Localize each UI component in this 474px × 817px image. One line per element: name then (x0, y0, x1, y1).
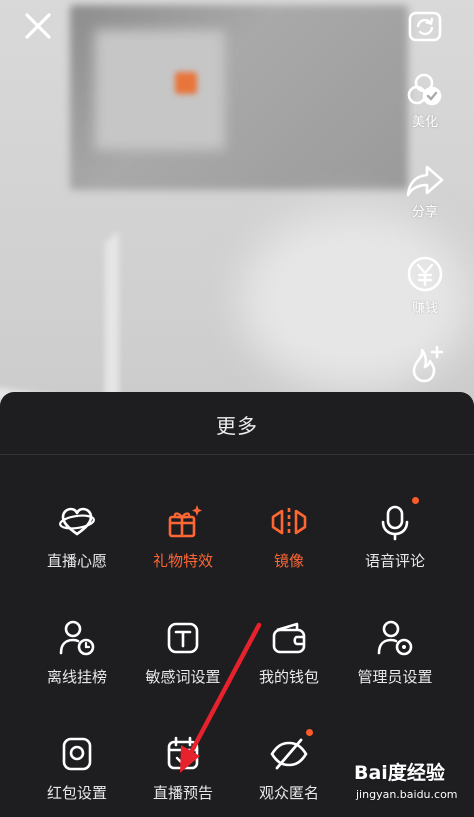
blurred-window (95, 30, 225, 150)
eye-off-icon (270, 738, 308, 770)
mirror-label: 镜像 (273, 552, 304, 570)
offline-rank-label: 离线挂榜 (46, 668, 107, 686)
more-sheet: 更多 直播心愿 礼物特效 镜像 语音评论 离线挂榜 敏感词设置 我的钱包 管理员… (0, 392, 474, 817)
live-wish-label: 直播心愿 (46, 552, 107, 570)
flip-camera-button[interactable] (390, 6, 460, 46)
watermark-url: jingyan.baidu.com (356, 788, 458, 801)
voice-comment-button[interactable]: 语音评论 (336, 497, 454, 571)
admin-settings-label: 管理员设置 (357, 668, 433, 686)
gift-effect-button[interactable]: 礼物特效 (124, 500, 242, 571)
my-wallet-label: 我的钱包 (258, 668, 319, 686)
red-packet-label: 红包设置 (46, 784, 107, 802)
microphone-icon (381, 505, 409, 541)
my-wallet-button[interactable]: 我的钱包 (230, 616, 348, 687)
close-icon (25, 13, 51, 39)
heart-wish-icon (59, 507, 95, 536)
share-button[interactable]: 分享 (390, 162, 460, 220)
share-icon (406, 165, 444, 197)
anonymous-viewer-label: 观众匿名 (258, 784, 319, 802)
flip-camera-icon (408, 11, 442, 42)
earn-button[interactable]: 赚钱 (390, 254, 460, 316)
text-box-icon (167, 622, 199, 654)
live-preview-label: 直播预告 (152, 784, 213, 802)
notification-dot (306, 729, 313, 736)
beautify-label: 美化 (411, 115, 438, 130)
notification-dot (412, 497, 419, 504)
sensitive-word-label: 敏感词设置 (145, 668, 221, 686)
yuan-coin-icon (407, 256, 443, 292)
close-button[interactable] (20, 8, 56, 44)
live-wish-button[interactable]: 直播心愿 (18, 500, 136, 571)
earn-label: 赚钱 (411, 301, 438, 316)
gift-effect-label: 礼物特效 (152, 552, 213, 570)
user-clock-icon (59, 620, 95, 656)
anonymous-viewer-button[interactable]: 观众匿名 (230, 729, 348, 803)
mirror-icon (271, 508, 307, 536)
blurred-orange-spot (175, 72, 197, 94)
offline-rank-button[interactable]: 离线挂榜 (18, 616, 136, 687)
share-label: 分享 (411, 205, 438, 220)
flame-plus-icon (412, 345, 444, 383)
beautify-button[interactable]: 美化 (390, 70, 460, 130)
baidu-watermark: Bai度经验 jingyan.baidu.com (354, 758, 466, 808)
sensitive-word-button[interactable]: 敏感词设置 (124, 616, 242, 687)
divider (0, 454, 474, 455)
calendar-icon (167, 736, 199, 770)
beautify-icon (407, 73, 442, 106)
watermark-logo: Bai度经验 (354, 762, 445, 784)
user-gear-icon (377, 620, 413, 656)
admin-settings-button[interactable]: 管理员设置 (336, 616, 454, 687)
wallet-icon (272, 622, 306, 654)
live-preview-button[interactable]: 直播预告 (124, 732, 242, 803)
popularity-button[interactable] (390, 344, 460, 384)
red-packet-button[interactable]: 红包设置 (18, 732, 136, 803)
gift-sparkle-icon (168, 505, 202, 538)
sheet-title: 更多 (216, 414, 258, 438)
voice-comment-label: 语音评论 (364, 552, 425, 570)
red-packet-icon (62, 737, 92, 771)
mirror-button[interactable]: 镜像 (230, 500, 348, 571)
blurred-frame (0, 209, 119, 419)
